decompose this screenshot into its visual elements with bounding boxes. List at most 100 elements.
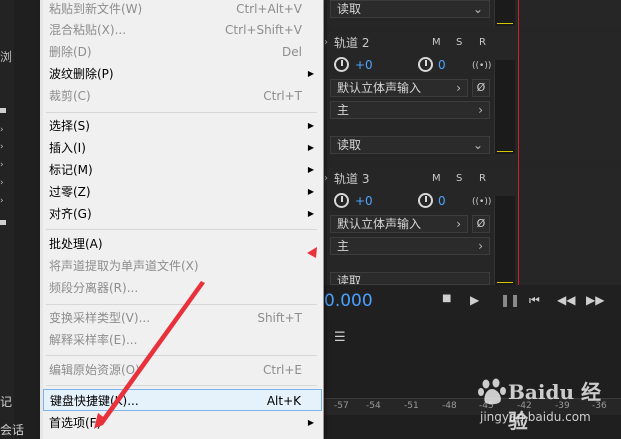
session-label-fragment[interactable]: 会话	[0, 421, 24, 438]
track-name[interactable]: 轨道 2	[334, 32, 369, 54]
menu-item-marker[interactable]: 标记(M) ▶	[43, 159, 322, 181]
menu-item-batch-process[interactable]: 批处理(A)	[43, 233, 322, 255]
menu-item-paste-to-new[interactable]: 粘贴到新文件(W) Ctrl+Alt+V	[43, 0, 322, 20]
menu-item-keyboard-shortcuts[interactable]: 键盘快捷键(K)... Alt+K	[43, 389, 322, 411]
time-display[interactable]: 0.000	[324, 291, 373, 311]
menu-item-convert-sample-type[interactable]: 变换采样类型(V)... Shift+T	[43, 307, 322, 329]
menu-item-select[interactable]: 选择(S) ▶	[43, 115, 322, 137]
mute-button[interactable]: M	[432, 32, 441, 54]
chevron-right-icon[interactable]: ›	[0, 126, 6, 135]
solo-button[interactable]: S	[456, 168, 462, 190]
menu-item-delete[interactable]: 删除(D) Del	[43, 41, 322, 63]
menu-item-insert[interactable]: 插入(I) ▶	[43, 137, 322, 159]
track-2: › 轨道 2 M S R +0 0 ((•)) 默认立体声输入 › Ø 主 › 读取…	[324, 32, 621, 160]
phase-invert-button[interactable]: Ø	[472, 79, 490, 97]
record-arm-button[interactable]: R	[479, 32, 486, 54]
chevron-right-icon: ›	[478, 103, 483, 117]
stop-icon[interactable]: ■	[442, 293, 451, 304]
output-select[interactable]: 主 ›	[330, 237, 490, 255]
ruler-tick: -51	[404, 401, 419, 411]
menu-icon[interactable]: ☰	[334, 330, 346, 345]
tree-marker	[0, 220, 6, 225]
automation-mode-select[interactable]: 读取 ⌄	[330, 0, 490, 18]
fast-forward-icon[interactable]: ▶▶	[586, 293, 604, 307]
watermark-url: jingyan.baidu.com	[480, 410, 591, 424]
automation-mode-select[interactable]: 读取	[330, 272, 490, 285]
chevron-down-icon: ⌄	[472, 138, 483, 152]
play-icon[interactable]: ▶	[470, 293, 479, 307]
chevron-right-icon[interactable]: ›	[0, 197, 6, 206]
solo-button[interactable]: S	[456, 32, 462, 54]
pan-value[interactable]: 0	[438, 58, 446, 72]
volume-value[interactable]: +0	[355, 194, 373, 208]
menu-separator	[46, 112, 317, 113]
record-arm-button[interactable]: R	[479, 168, 486, 190]
track-name[interactable]: 轨道 3	[334, 168, 369, 190]
ruler-tick: -54	[366, 401, 381, 411]
paw-toe	[500, 387, 506, 395]
menu-item-edit-original[interactable]: 编辑原始资源(O) Ctrl+E	[43, 359, 322, 381]
track-3: › 轨道 3 M S R +0 0 ((•)) 默认立体声输入 › Ø 主 › 读取	[324, 168, 621, 285]
chevron-down-icon: ⌄	[472, 2, 483, 16]
chevron-right-icon[interactable]: ›	[324, 32, 328, 54]
input-select[interactable]: 默认立体声输入 ›	[330, 79, 468, 97]
chevron-right-icon[interactable]: ›	[324, 168, 328, 190]
submenu-arrow-icon: ▶	[307, 187, 314, 196]
menu-item-mix-paste[interactable]: 混合粘贴(X)... Ctrl+Shift+V	[43, 19, 322, 41]
edit-context-menu: 粘贴到新文件(W) Ctrl+Alt+V 混合粘贴(X)... Ctrl+Shift…	[40, 0, 324, 439]
volume-knob[interactable]	[334, 57, 349, 72]
chevron-right-icon: ›	[456, 217, 461, 231]
paw-toe	[478, 388, 484, 396]
menu-separator	[46, 304, 317, 305]
menu-separator	[46, 385, 317, 386]
menu-item-crop[interactable]: 裁剪(C) Ctrl+T	[43, 85, 322, 107]
menu-item-snapping[interactable]: 对齐(G) ▶	[43, 203, 322, 225]
menu-item-zero-crossings[interactable]: 过零(Z) ▶	[43, 181, 322, 203]
pause-icon[interactable]: ❚❚	[500, 293, 520, 307]
chevron-right-icon[interactable]: ›	[0, 161, 6, 170]
paw-toe	[492, 378, 500, 388]
ruler-tick: -48	[442, 401, 457, 411]
pan-value[interactable]: 0	[438, 194, 446, 208]
level-meter	[494, 196, 515, 285]
volume-value[interactable]: +0	[355, 58, 373, 72]
submenu-arrow-icon: ▶	[307, 143, 314, 152]
paw-toe	[482, 379, 490, 389]
pan-knob[interactable]	[418, 57, 433, 72]
panel-label-fragment[interactable]: 记	[0, 393, 12, 410]
menu-item-extract-channels[interactable]: 将声道提取为单声道文件(X)	[43, 255, 322, 277]
menu-item-interpret-sample-rate[interactable]: 解释采样率(E)...	[43, 329, 322, 351]
input-select[interactable]: 默认立体声输入 ›	[330, 215, 468, 233]
automation-mode-select[interactable]: 读取 ⌄	[330, 136, 490, 154]
paw-pad	[484, 389, 501, 405]
chevron-right-icon[interactable]: ›	[0, 143, 6, 152]
tree-marker	[0, 108, 6, 113]
skip-to-start-icon[interactable]: ⏮	[529, 293, 540, 308]
menu-item-preferences[interactable]: 首选项(F) ▶	[43, 412, 322, 434]
chevron-right-icon: ›	[456, 81, 461, 95]
phase-invert-button[interactable]: Ø	[472, 215, 490, 233]
mute-button[interactable]: M	[432, 168, 441, 190]
menu-item-ripple-delete[interactable]: 波纹删除(P) ▶	[43, 63, 322, 85]
submenu-arrow-icon: ▶	[307, 69, 314, 78]
menu-item-frequency-band-splitter[interactable]: 频段分离器(R)...	[43, 277, 322, 299]
pan-knob[interactable]	[418, 193, 433, 208]
submenu-arrow-icon: ▶	[307, 418, 314, 427]
volume-knob[interactable]	[334, 193, 349, 208]
submenu-arrow-icon: ▶	[307, 209, 314, 218]
left-panel-strip: 浏 › › › › › 记 会话	[0, 0, 24, 439]
watermark-brand: Baidu 经验	[508, 380, 601, 433]
playhead-line[interactable]	[518, 0, 519, 285]
transport-bar: 0.000 ■ ▶ ❚❚ ⏮ ◀◀ ▶▶	[324, 285, 621, 321]
menu-separator	[46, 229, 317, 230]
menu-separator	[46, 355, 317, 356]
baidu-paw-icon	[478, 378, 506, 405]
monitor-icon[interactable]: ((•))	[472, 61, 491, 71]
level-meter	[494, 60, 515, 154]
output-select[interactable]: 主 ›	[330, 101, 490, 119]
chevron-right-icon[interactable]: ›	[0, 179, 6, 188]
rewind-icon[interactable]: ◀◀	[557, 293, 575, 307]
watermark: Baidu 经验 jingyan.baidu.com	[470, 372, 620, 433]
panel-tab-fragment[interactable]: 浏	[0, 48, 14, 65]
monitor-icon[interactable]: ((•))	[472, 197, 491, 207]
